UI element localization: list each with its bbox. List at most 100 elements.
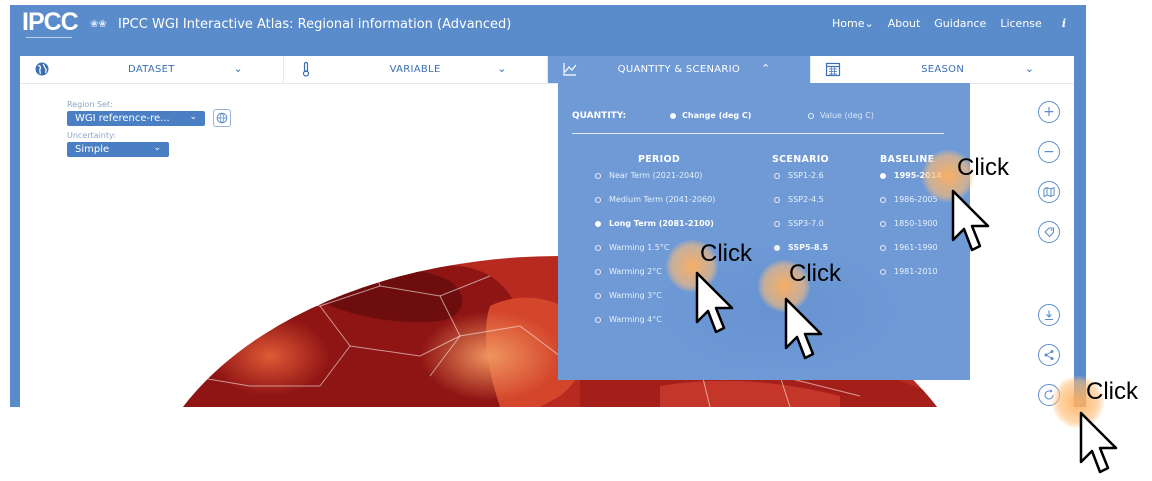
period-option-label: Warming 3°C [609, 291, 662, 300]
baseline-header: BASELINE [880, 154, 935, 165]
scenario-option-label: SSP3-7.0 [788, 219, 824, 228]
quantity-scenario-panel: QUANTITY: Change (deg C) Value (deg C) P… [558, 83, 970, 380]
quantity-option-change-label: Change (deg C) [682, 111, 752, 120]
tag-icon[interactable] [1038, 221, 1060, 243]
baseline-option-label: 1995-2014 [894, 171, 942, 180]
download-icon[interactable] [1038, 304, 1060, 326]
ipcc-logo[interactable]: IPCC [22, 8, 79, 37]
uncertainty-value: Simple [75, 144, 110, 155]
share-nodes-icon [1044, 350, 1054, 360]
baseline-option[interactable]: 1981-2010 [880, 267, 938, 276]
quantity-option-value[interactable]: Value (deg C) [808, 111, 874, 120]
chevron-down-icon: ⌄ [864, 17, 874, 30]
scenario-option-label: SSP1-2.6 [788, 171, 824, 180]
period-option-label: Warming 4°C [609, 315, 662, 324]
quantity-option-change[interactable]: Change (deg C) [670, 111, 751, 120]
download-arrow-icon [1045, 310, 1053, 321]
radio-selected-icon [595, 220, 601, 227]
region-map-button[interactable] [213, 109, 231, 127]
radio-empty-icon [595, 292, 601, 299]
selector-variable-label: VARIABLE [389, 64, 441, 75]
top-navigation: Home⌄ About Guidance License i [832, 17, 1066, 30]
period-option-label: Long Term (2081-2100) [609, 219, 714, 228]
uncertainty-dropdown[interactable]: Simple ⌄ [67, 142, 169, 157]
nav-license[interactable]: License [1000, 17, 1041, 30]
radio-empty-icon [880, 196, 886, 203]
period-option[interactable]: Warming 2°C [595, 267, 662, 276]
period-option[interactable]: Medium Term (2041-2060) [595, 195, 715, 204]
nav-home[interactable]: Home⌄ [832, 17, 874, 30]
scenario-header: SCENARIO [772, 154, 829, 165]
radio-selected-icon [774, 244, 780, 251]
radio-empty-icon [774, 196, 780, 203]
chevron-down-icon: ⌄ [189, 112, 197, 122]
selector-dataset-label: DATASET [128, 64, 175, 75]
baseline-option[interactable]: 1961-1990 [880, 243, 938, 252]
scenario-option-selected[interactable]: SSP5-8.5 [774, 243, 828, 252]
click-label: Click [1086, 378, 1138, 405]
selector-bar: DATASET ⌄ VARIABLE ⌄ QUANTITY & SCENARIO… [20, 56, 1074, 84]
cursor-arrow-icon [1079, 411, 1118, 474]
quantity-label: QUANTITY: [572, 111, 627, 121]
radio-empty-icon [595, 268, 601, 275]
baseline-option-label: 1986-2005 [894, 195, 938, 204]
nav-home-label: Home [832, 17, 865, 30]
selector-dataset[interactable]: DATASET ⌄ [20, 56, 283, 83]
share-icon[interactable] [1038, 344, 1060, 366]
main-frame: DATASET ⌄ VARIABLE ⌄ QUANTITY & SCENARIO… [10, 48, 1086, 407]
uncertainty-label: Uncertainty: [67, 131, 116, 140]
scenario-option-label: SSP5-8.5 [788, 243, 829, 252]
selector-variable[interactable]: VARIABLE ⌄ [282, 56, 547, 83]
radio-empty-icon [880, 220, 886, 227]
nav-guidance[interactable]: Guidance [934, 17, 986, 30]
region-set-value: WGI reference-re... [75, 113, 170, 124]
chevron-up-icon: ⌃ [761, 62, 771, 75]
chevron-down-icon: ⌄ [233, 62, 243, 75]
selector-quantity-scenario[interactable]: QUANTITY & SCENARIO ⌃ [546, 56, 811, 83]
radio-empty-icon [880, 244, 886, 251]
chevron-down-icon: ⌄ [153, 143, 161, 153]
nav-about[interactable]: About [888, 17, 921, 30]
period-option-label: Medium Term (2041-2060) [609, 195, 716, 204]
zoom-in-icon[interactable]: + [1038, 101, 1060, 123]
zoom-out-icon[interactable]: − [1038, 141, 1060, 163]
baseline-option[interactable]: 1986-2005 [880, 195, 938, 204]
period-option-label: Near Term (2021-2040) [609, 171, 703, 180]
baseline-option-selected[interactable]: 1995-2014 [880, 171, 942, 180]
reset-icon[interactable] [1038, 384, 1060, 406]
radio-empty-icon [774, 172, 780, 179]
period-option[interactable]: Warming 3°C [595, 291, 662, 300]
baseline-option[interactable]: 1850-1900 [880, 219, 938, 228]
period-option-label: Warming 1.5°C [609, 243, 670, 252]
period-option[interactable]: Warming 4°C [595, 315, 662, 324]
period-option-selected[interactable]: Long Term (2081-2100) [595, 219, 714, 228]
radio-selected-icon [880, 172, 886, 179]
baseline-option-label: 1981-2010 [894, 267, 938, 276]
quantity-row: QUANTITY: Change (deg C) Value (deg C) [572, 107, 944, 134]
region-set-label: Region Set: [67, 100, 113, 109]
radio-empty-icon [595, 172, 601, 179]
info-icon[interactable]: i [1062, 17, 1066, 30]
radio-empty-icon [880, 268, 886, 275]
radio-empty-icon [595, 244, 601, 251]
selector-season[interactable]: SEASON ⌄ [810, 56, 1074, 83]
radio-empty-icon [595, 316, 601, 323]
scenario-option[interactable]: SSP1-2.6 [774, 171, 824, 180]
scenario-option[interactable]: SSP3-7.0 [774, 219, 824, 228]
period-option-label: Warming 2°C [609, 267, 662, 276]
baseline-option-label: 1961-1990 [894, 243, 938, 252]
period-header: PERIOD [638, 154, 681, 165]
un-emblem-icon: ❀❀ [90, 19, 107, 30]
top-header-bar: IPCC ❀❀ IPCC WGI Interactive Atlas: Regi… [10, 5, 1086, 48]
selector-season-label: SEASON [921, 64, 965, 75]
period-option[interactable]: Warming 1.5°C [595, 243, 669, 252]
map-layers-icon[interactable] [1038, 181, 1060, 203]
atlas-app-window: IPCC ❀❀ IPCC WGI Interactive Atlas: Regi… [10, 5, 1086, 407]
logo-underline [26, 37, 72, 42]
scenario-option[interactable]: SSP2-4.5 [774, 195, 824, 204]
app-title: IPCC WGI Interactive Atlas: Regional inf… [118, 17, 512, 32]
radio-empty-icon [774, 220, 780, 227]
scenario-option-label: SSP2-4.5 [788, 195, 824, 204]
region-set-dropdown[interactable]: WGI reference-re... ⌄ [67, 111, 205, 126]
period-option[interactable]: Near Term (2021-2040) [595, 171, 702, 180]
